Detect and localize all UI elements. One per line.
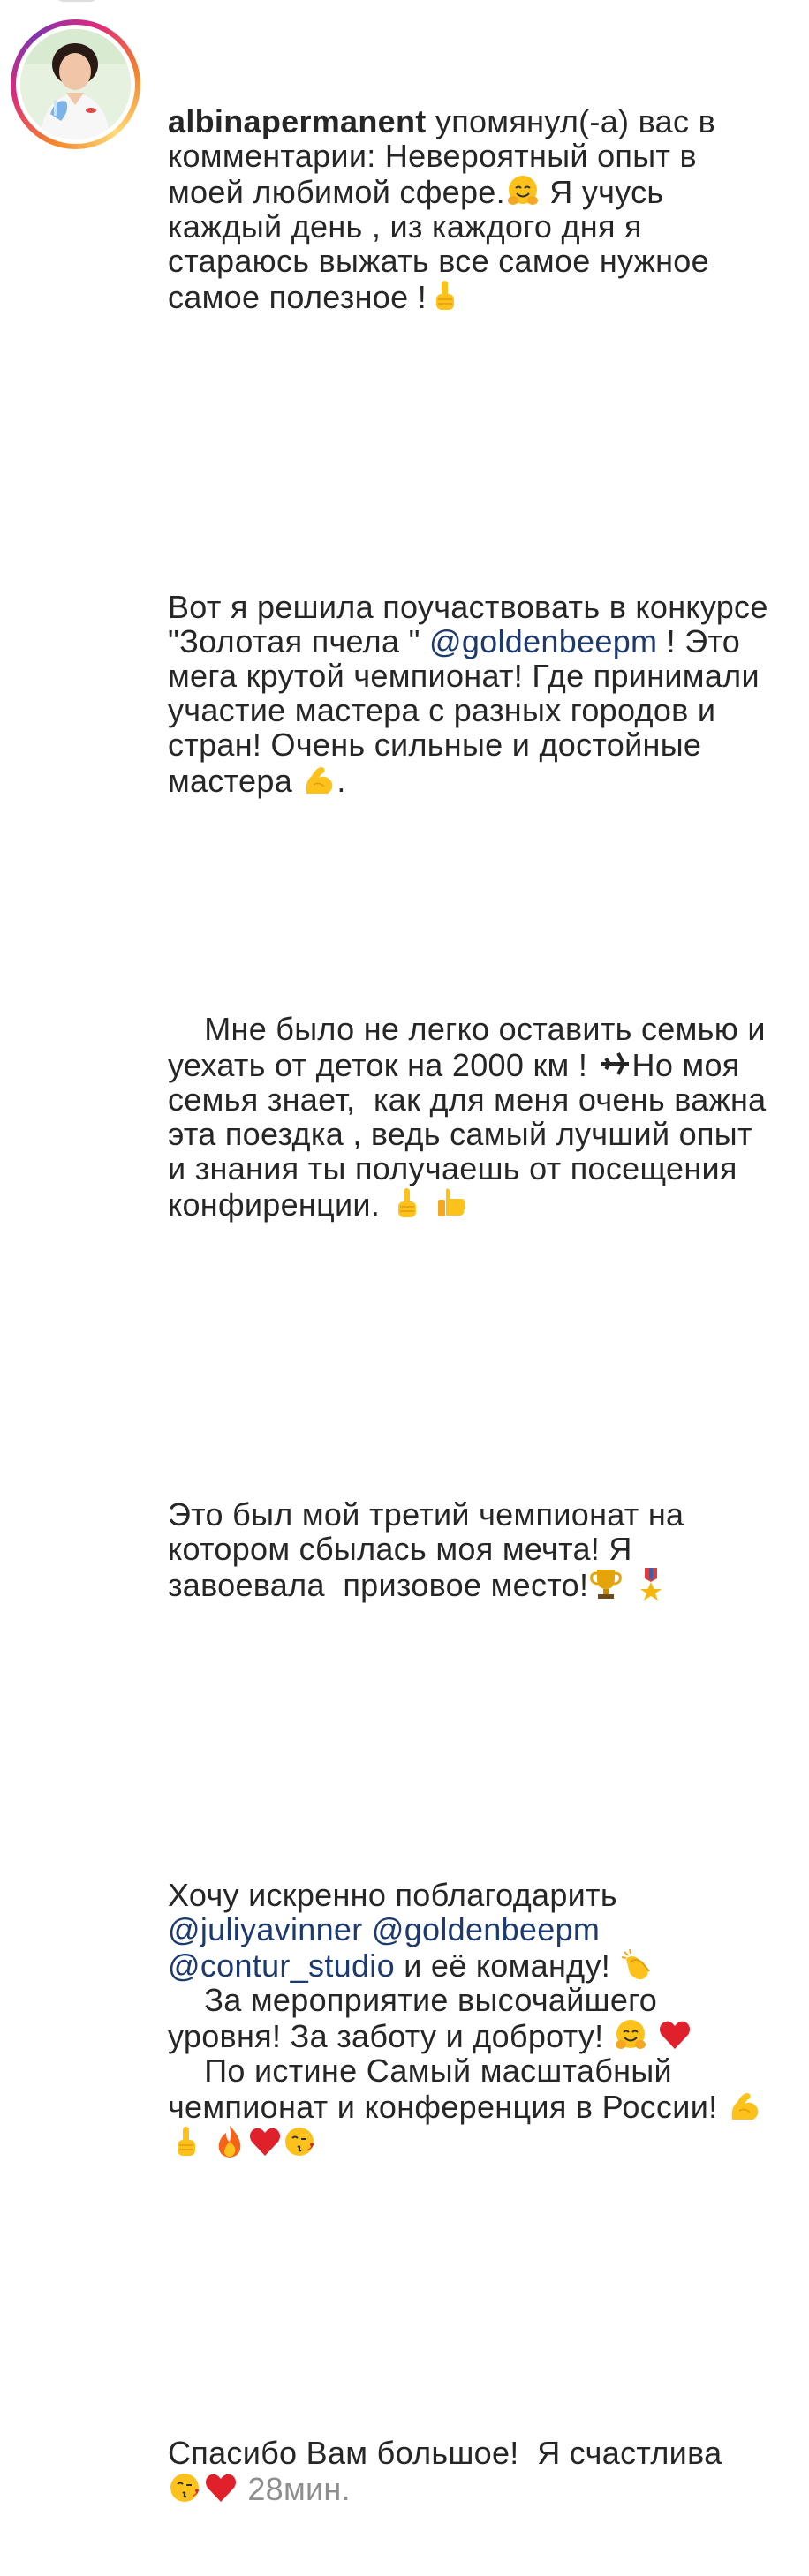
avatar[interactable]	[20, 29, 131, 139]
username-link[interactable]: albinapermanent	[168, 103, 427, 139]
mention-link-contur-studio[interactable]: @contur_studio	[168, 1947, 395, 1984]
clapping-hands-emoji-icon	[619, 1947, 654, 1982]
red-heart-emoji-icon	[247, 2124, 283, 2159]
hugging-face-emoji-icon	[613, 2017, 648, 2053]
index-pointing-up-emoji-icon	[168, 2124, 203, 2159]
thumbs-up-emoji-icon	[434, 1186, 469, 1221]
comment-text: Спасибо Вам большое! Я счастлива	[168, 2435, 722, 2471]
story-ring[interactable]	[11, 19, 140, 149]
index-pointing-up-emoji-icon	[389, 1186, 424, 1221]
comment-text: По истине Самый масштабный чемпионат и к…	[168, 2053, 727, 2125]
red-heart-emoji-icon	[657, 2017, 692, 2053]
comment-text: и её команду!	[394, 1947, 620, 1984]
comment-text: Хочу искренно поблагодарить	[168, 1877, 627, 1913]
trophy-emoji-icon	[588, 1566, 624, 1601]
mention-link-goldenbeepm[interactable]: @goldenbeepm	[429, 623, 657, 659]
flexed-biceps-emoji-icon	[727, 2088, 762, 2123]
face-blowing-kiss-emoji-icon	[168, 2470, 203, 2505]
mention-notification-row[interactable]: albinapermanent упомянул(-а) вас в комме…	[0, 0, 809, 2506]
index-pointing-up-emoji-icon	[427, 278, 462, 313]
notification-text: albinapermanent упомянул(-а) вас в комме…	[168, 35, 777, 2575]
flexed-biceps-emoji-icon	[301, 762, 336, 797]
comment-text: .	[336, 763, 346, 799]
airplane-icon	[597, 1046, 632, 1081]
face-blowing-kiss-emoji-icon	[283, 2124, 318, 2159]
notification-timestamp: 28мин.	[247, 2471, 351, 2507]
mention-link-goldenbeepm[interactable]: @goldenbeepm	[372, 1911, 600, 1947]
military-medal-emoji-icon	[633, 1566, 669, 1601]
comment-text: За мероприятие высочайшего уровня! За за…	[168, 1982, 667, 2054]
hugging-face-emoji-icon	[505, 173, 541, 208]
mention-link-juliyavinner[interactable]: @juliyavinner	[168, 1911, 363, 1947]
fire-emoji-icon	[212, 2124, 247, 2159]
red-heart-emoji-icon	[203, 2470, 238, 2505]
